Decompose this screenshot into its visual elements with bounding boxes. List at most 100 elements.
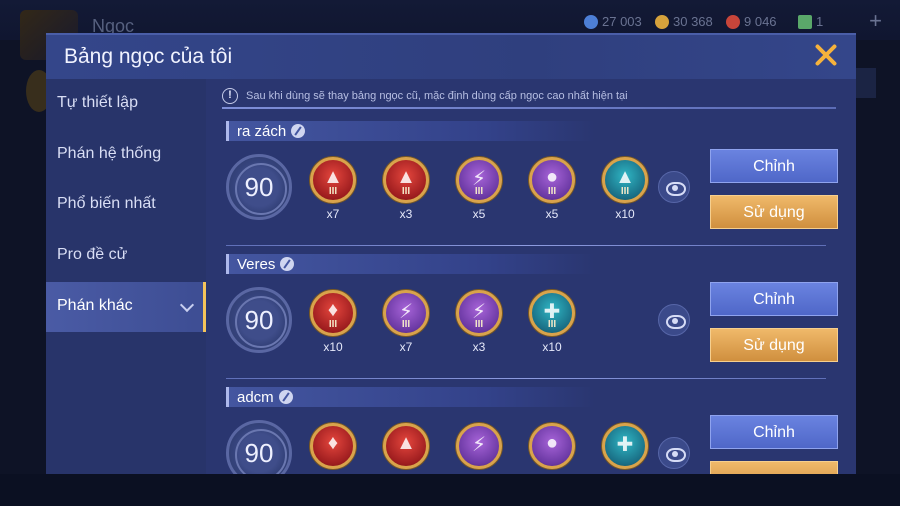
notice-text: Sau khi dùng sẽ thay bảng ngọc cũ, mặc đ… — [246, 90, 628, 102]
rune-tier: III — [547, 186, 557, 197]
rune-slot[interactable]: ✚ III x10 — [527, 290, 577, 354]
rune-slot[interactable]: ▲ III x3 — [381, 157, 431, 221]
rune-slot[interactable]: ⚡ III x3 — [454, 290, 504, 354]
purple-drop-icon: ● — [529, 423, 575, 469]
rune-count: x7 — [326, 207, 340, 221]
rune-count: x3 — [399, 207, 413, 221]
red-feather-icon: ♦ III — [310, 290, 356, 336]
sidebar-item-label: Pro đề cử — [57, 246, 128, 263]
rune-slot[interactable]: ● III x5 — [527, 157, 577, 221]
teal-cross-icon: ✚ III — [529, 290, 575, 336]
use-button[interactable]: Sử dụng — [710, 328, 838, 362]
rune-tier: III — [401, 186, 411, 197]
purple-lightning-icon: ⚡ III — [456, 290, 502, 336]
edit-button[interactable]: Chỉnh — [710, 282, 838, 316]
level-value: 90 — [244, 304, 274, 335]
divider — [222, 107, 836, 109]
teal-flask-icon: ▲ III — [602, 157, 648, 203]
sidebar-item-label: Phán khác — [57, 297, 133, 314]
sidebar-item-label: Phổ biến nhất — [57, 195, 156, 212]
blue-gem-icon — [584, 14, 598, 29]
use-button[interactable]: Sử dụng — [710, 195, 838, 229]
level-badge: 90 — [226, 287, 292, 353]
sidebar-item-label: Tự thiết lập — [57, 94, 138, 111]
rune-count: x3 — [472, 340, 486, 354]
rune-count: x10 — [542, 340, 562, 354]
rune-slot[interactable]: ▲ III x7 — [308, 157, 358, 221]
board-name: ra zách — [237, 122, 287, 140]
sidebar-item-label: Phán hệ thống — [57, 145, 162, 162]
pencil-icon[interactable] — [291, 124, 306, 138]
rune-slot[interactable]: ♦ III x10 — [308, 290, 358, 354]
purple-lightning-icon: ⚡ III — [456, 157, 502, 203]
sidebar-item-pho-bien-nhat[interactable]: Phổ biến nhất — [46, 180, 206, 230]
pencil-icon[interactable] — [278, 390, 293, 404]
rune-slot[interactable]: ⚡ — [454, 423, 504, 469]
level-value: 90 — [244, 171, 274, 202]
divider — [226, 378, 826, 379]
rune-tier: III — [401, 319, 411, 330]
currency-blue-gem: 27 003 — [584, 14, 642, 29]
use-button[interactable] — [710, 461, 838, 474]
eye-icon[interactable] — [658, 437, 690, 469]
sidebar-item-phan-he-thong[interactable]: Phán hệ thống — [46, 130, 206, 180]
rune-slot[interactable]: ▲ III x10 — [600, 157, 650, 221]
rune-tier: III — [328, 186, 338, 197]
card-icon — [798, 14, 812, 29]
eye-icon[interactable] — [658, 304, 690, 336]
purple-lightning-icon: ⚡ — [456, 423, 502, 469]
rune-board: adcm 90 ♦ ▲ ⚡ ● ✚ Chỉnh — [226, 387, 846, 474]
rune-slot[interactable]: ⚡ III x5 — [454, 157, 504, 221]
edit-button[interactable]: Chỉnh — [710, 415, 838, 449]
board-name: adcm — [237, 388, 274, 406]
rune-tier: III — [474, 319, 484, 330]
eye-icon[interactable] — [658, 171, 690, 203]
rune-slot[interactable]: ▲ — [381, 423, 431, 469]
chevron-down-icon — [179, 297, 195, 313]
rune-count: x10 — [323, 340, 343, 354]
close-icon[interactable] — [814, 43, 838, 67]
rune-board: Veres 90 ♦ III x10 ⚡ III x7 ⚡ III x3 ✚ III x… — [226, 254, 846, 384]
level-badge: 90 — [226, 154, 292, 220]
currency-value: 27 003 — [602, 14, 642, 29]
add-icon[interactable]: + — [869, 8, 882, 34]
edit-button[interactable]: Chỉnh — [710, 149, 838, 183]
rune-slot[interactable]: ● — [527, 423, 577, 469]
rune-tier: III — [474, 186, 484, 197]
board-header: Veres — [226, 254, 596, 274]
purple-lightning-icon: ⚡ III — [383, 290, 429, 336]
sidebar-item-phan-khac[interactable]: Phán khác — [46, 282, 206, 332]
board-header: adcm — [226, 387, 596, 407]
modal-header: Bảng ngọc của tôi — [46, 35, 856, 79]
rune-slot[interactable]: ✚ — [600, 423, 650, 469]
rune-tier: III — [547, 319, 557, 330]
rune-count: x5 — [545, 207, 559, 221]
gold-coin-icon — [655, 14, 669, 29]
sidebar-item-pro-de-cu[interactable]: Pro đề cử — [46, 231, 206, 281]
red-gem-icon — [726, 14, 740, 29]
red-flask-icon: ▲ III — [310, 157, 356, 203]
rune-board-modal: Bảng ngọc của tôi Tự thiết lập Phán hệ t… — [46, 33, 856, 474]
rune-tier: III — [328, 319, 338, 330]
modal-title: Bảng ngọc của tôi — [64, 45, 233, 68]
divider — [226, 245, 826, 246]
board-name: Veres — [237, 255, 276, 273]
currency-card: 1 — [798, 14, 823, 29]
rune-count: x7 — [399, 340, 413, 354]
rune-board-list[interactable]: ! Sau khi dùng sẽ thay bảng ngọc cũ, mặc… — [206, 79, 856, 474]
info-icon: ! — [222, 88, 238, 104]
sidebar: Tự thiết lập Phán hệ thống Phổ biến nhất… — [46, 79, 206, 474]
background-panel-edge — [856, 68, 876, 98]
rune-slot[interactable]: ♦ — [308, 423, 358, 469]
notice-bar: ! Sau khi dùng sẽ thay bảng ngọc cũ, mặc… — [222, 85, 836, 107]
level-badge: 90 — [226, 420, 292, 474]
pencil-icon[interactable] — [280, 257, 295, 271]
currency-value: 30 368 — [673, 14, 713, 29]
rune-slot[interactable]: ⚡ III x7 — [381, 290, 431, 354]
teal-cross-icon: ✚ — [602, 423, 648, 469]
sidebar-item-tu-thiet-lap[interactable]: Tự thiết lập — [46, 79, 206, 129]
rune-board: ra zách 90 ▲ III x7 ▲ III x3 ⚡ III x5 ● III … — [226, 121, 846, 251]
red-spike-icon: ▲ — [383, 423, 429, 469]
rune-count: x5 — [472, 207, 486, 221]
red-feather-icon: ♦ — [310, 423, 356, 469]
